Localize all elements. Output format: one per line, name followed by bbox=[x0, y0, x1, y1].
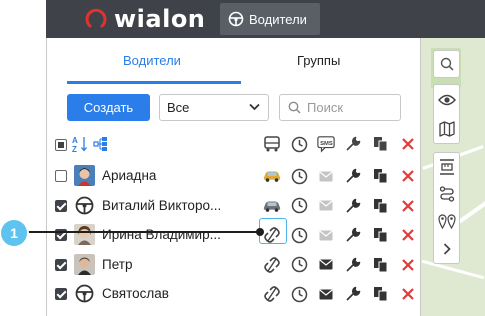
select-all-checkbox[interactable] bbox=[55, 139, 67, 151]
sms-column-icon: SMS bbox=[317, 135, 335, 153]
geofence-pins-icon[interactable] bbox=[438, 212, 456, 230]
unlink-icon[interactable] bbox=[263, 285, 281, 303]
map-measure-tools bbox=[433, 152, 460, 264]
copy-column-icon bbox=[372, 135, 390, 153]
row-checkbox[interactable] bbox=[55, 199, 67, 212]
search-icon bbox=[288, 101, 301, 114]
driver-name: Святослав bbox=[102, 286, 169, 301]
copy-icon[interactable] bbox=[372, 197, 390, 215]
top-bar: wialon Водители bbox=[46, 0, 485, 38]
drivers-list: Ариадна Виталий Викторо... Ирина Владими… bbox=[47, 162, 420, 310]
wrench-icon[interactable] bbox=[344, 197, 362, 215]
eye-icon[interactable] bbox=[438, 91, 456, 109]
clock-icon[interactable] bbox=[290, 256, 308, 274]
sms-label: SMS bbox=[320, 141, 333, 147]
copy-icon[interactable] bbox=[372, 256, 390, 274]
logo-text: wialon bbox=[114, 5, 206, 33]
tab-groups[interactable]: Группы bbox=[297, 53, 340, 68]
row-checkbox[interactable] bbox=[55, 288, 67, 300]
clock-icon[interactable] bbox=[290, 226, 308, 244]
map-search-button[interactable] bbox=[433, 50, 460, 78]
envelope-icon bbox=[317, 197, 335, 215]
copy-icon[interactable] bbox=[372, 167, 390, 185]
sort-az-icon[interactable]: A Z bbox=[72, 135, 88, 158]
search-icon bbox=[440, 57, 454, 71]
wialon-logo-icon bbox=[85, 8, 107, 28]
envelope-icon[interactable] bbox=[317, 256, 335, 274]
unlink-icon[interactable] bbox=[263, 256, 281, 274]
drivers-panel: Водители Группы Создать Все Поиск A Z SM… bbox=[46, 38, 421, 316]
active-tab-indicator bbox=[67, 81, 241, 84]
delete-column-icon bbox=[399, 135, 417, 153]
clock-icon[interactable] bbox=[290, 285, 308, 303]
wrench-icon[interactable] bbox=[344, 167, 362, 185]
list-item[interactable]: Ариадна bbox=[47, 162, 420, 192]
map-view-tools bbox=[433, 84, 460, 144]
list-item[interactable]: Святослав bbox=[47, 280, 420, 310]
filter-select[interactable]: Все bbox=[159, 94, 269, 121]
wialon-logo[interactable]: wialon bbox=[84, 5, 206, 33]
car-icon[interactable] bbox=[263, 197, 281, 215]
top-tab-drivers[interactable]: Водители bbox=[220, 3, 320, 35]
route-icon[interactable] bbox=[438, 185, 456, 203]
wrench-icon[interactable] bbox=[344, 285, 362, 303]
driver-name: Виталий Викторо... bbox=[102, 197, 222, 213]
copy-icon[interactable] bbox=[372, 226, 390, 244]
svg-text:Z: Z bbox=[72, 145, 77, 153]
envelope-icon[interactable] bbox=[317, 285, 335, 303]
panel-tabs: Водители Группы bbox=[47, 38, 420, 86]
callout-dot bbox=[256, 228, 264, 236]
list-item[interactable]: Петр bbox=[47, 251, 420, 281]
app-window: wialon Водители Водители Группы Создать bbox=[0, 0, 485, 316]
copy-icon[interactable] bbox=[372, 285, 390, 303]
envelope-icon bbox=[317, 226, 335, 244]
unlink-icon[interactable] bbox=[263, 226, 281, 244]
search-input[interactable]: Поиск bbox=[279, 94, 401, 121]
clock-icon[interactable] bbox=[290, 197, 308, 215]
delete-icon[interactable] bbox=[399, 285, 417, 303]
avatar bbox=[74, 253, 95, 275]
chevron-right-icon[interactable] bbox=[438, 240, 456, 258]
clock-icon[interactable] bbox=[290, 167, 308, 185]
list-header: A Z SMS bbox=[47, 134, 420, 156]
car-icon[interactable] bbox=[263, 167, 281, 185]
clock-column-icon bbox=[290, 135, 308, 153]
row-checkbox[interactable] bbox=[55, 258, 67, 271]
envelope-icon bbox=[317, 167, 335, 185]
driver-name: Ирина Владимир... bbox=[102, 227, 221, 242]
avatar bbox=[74, 194, 95, 216]
list-item[interactable]: Виталий Викторо... bbox=[47, 192, 420, 222]
svg-text:A: A bbox=[72, 136, 78, 145]
list-item[interactable]: Ирина Владимир... bbox=[47, 218, 420, 251]
group-tree-icon[interactable] bbox=[93, 136, 109, 157]
wrench-icon[interactable] bbox=[344, 226, 362, 244]
delete-icon[interactable] bbox=[399, 197, 417, 215]
ruler-icon[interactable] bbox=[438, 158, 456, 176]
unit-column-icon bbox=[263, 135, 281, 153]
panel-toolbar: Создать Все Поиск bbox=[47, 94, 420, 122]
search-placeholder: Поиск bbox=[307, 100, 344, 115]
delete-icon[interactable] bbox=[399, 226, 417, 244]
avatar bbox=[74, 283, 95, 304]
delete-icon[interactable] bbox=[399, 256, 417, 274]
callout-line bbox=[22, 231, 262, 233]
top-tab-label: Водители bbox=[249, 11, 307, 27]
map-layers-icon[interactable] bbox=[438, 120, 456, 138]
chevron-down-icon bbox=[249, 103, 260, 111]
create-button[interactable]: Создать bbox=[67, 94, 150, 121]
avatar bbox=[74, 224, 95, 245]
callout-badge: 1 bbox=[1, 220, 27, 246]
filter-value: Все bbox=[167, 100, 190, 115]
steering-wheel-icon bbox=[228, 11, 244, 27]
avatar bbox=[74, 165, 95, 186]
driver-name: Ариадна bbox=[102, 168, 157, 183]
tab-drivers[interactable]: Водители bbox=[123, 53, 181, 68]
wrench-column-icon bbox=[344, 135, 362, 153]
driver-name: Петр bbox=[102, 256, 133, 272]
delete-icon[interactable] bbox=[399, 167, 417, 185]
wrench-icon[interactable] bbox=[344, 256, 362, 274]
row-checkbox[interactable] bbox=[55, 170, 67, 182]
